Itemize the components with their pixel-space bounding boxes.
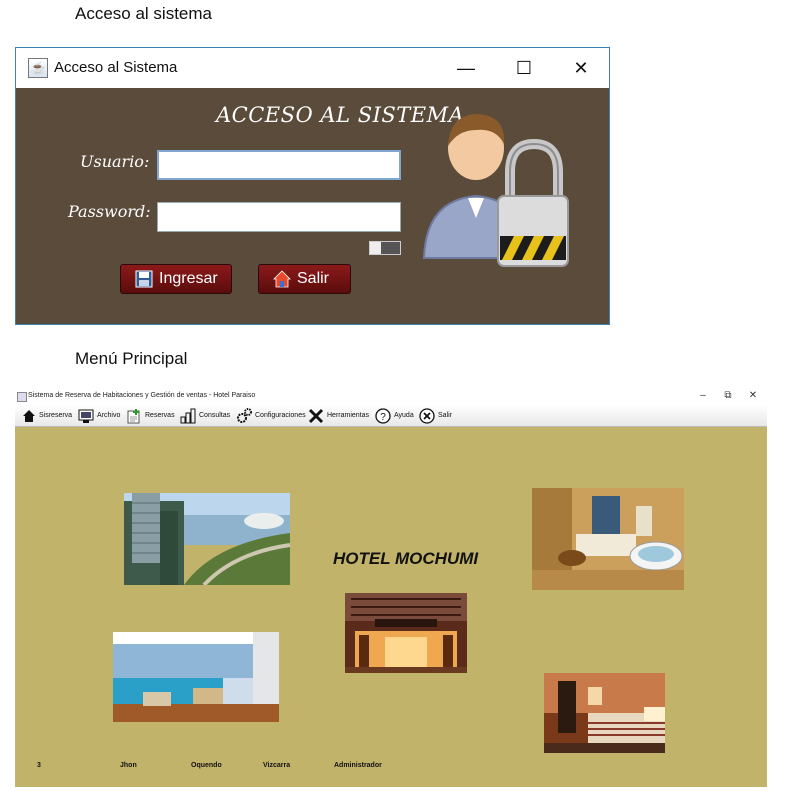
help-icon: ? xyxy=(375,407,391,424)
menu-consultas[interactable]: Consultas xyxy=(180,407,230,424)
maximize-button[interactable]: ☐ xyxy=(504,54,544,82)
menu-reservas[interactable]: Reservas xyxy=(126,407,175,424)
menu-label: Ayuda xyxy=(394,412,414,419)
rooftop-pool-photo xyxy=(113,632,279,722)
login-window-title: Acceso al Sistema xyxy=(54,59,178,76)
java-app-icon: ☕ xyxy=(28,58,48,78)
login-panel: ACCESO AL SISTEMA Usuario: Password: Ing… xyxy=(16,88,609,324)
ingresar-button[interactable]: Ingresar xyxy=(120,264,232,294)
tools-icon xyxy=(308,408,324,423)
menu-salir[interactable]: Salir xyxy=(419,407,452,424)
main-titlebar: Sistema de Reserva de Habitaciones y Ges… xyxy=(15,389,767,405)
login-titlebar: ☕ Acceso al Sistema — ☐ ✕ xyxy=(16,48,609,88)
java-app-icon xyxy=(17,392,27,402)
menu-archivo[interactable]: Archivo xyxy=(78,407,120,424)
menu-bar: Sisreserva Archivo Reservas Consultas Co… xyxy=(15,405,767,427)
main-window: Sistema de Reserva de Habitaciones y Ges… xyxy=(15,389,767,787)
menu-caption: Menú Principal xyxy=(75,349,188,368)
menu-herramientas[interactable]: Herramientas xyxy=(308,407,369,424)
hotel-facade-photo xyxy=(345,593,467,673)
ingresar-label: Ingresar xyxy=(159,270,218,287)
chart-icon xyxy=(180,408,196,423)
menu-label: Sisreserva xyxy=(39,412,73,419)
status-last-name-2: Vizcarra xyxy=(263,762,291,769)
home-icon xyxy=(23,409,35,422)
file-icon xyxy=(78,409,94,423)
reservation-icon xyxy=(127,408,140,423)
close-button[interactable]: ✕ xyxy=(561,54,601,82)
password-label: Password: xyxy=(68,202,151,221)
status-user-id: 3 xyxy=(37,762,41,769)
menu-sisreserva[interactable]: Sisreserva xyxy=(22,407,72,424)
svg-text:?: ? xyxy=(380,412,386,423)
menu-label: Salir xyxy=(438,412,453,419)
restore-button[interactable]: ⧉ xyxy=(721,390,735,401)
main-window-title: Sistema de Reserva de Habitaciones y Ges… xyxy=(28,392,256,399)
bedroom-photo xyxy=(544,673,665,753)
login-caption: Acceso al sistema xyxy=(75,4,212,23)
minimize-button[interactable]: – xyxy=(696,390,710,401)
gears-icon xyxy=(237,407,252,423)
hotel-name: HOTEL MOCHUMI xyxy=(333,549,479,568)
status-role: Administrador xyxy=(334,762,382,769)
menu-label: Reservas xyxy=(145,412,175,419)
coastal-city-photo xyxy=(124,493,290,585)
user-input[interactable] xyxy=(157,150,401,180)
menu-label: Configuraciones xyxy=(255,412,306,419)
menu-label: Consultas xyxy=(199,412,231,419)
user-label: Usuario: xyxy=(80,152,150,171)
menu-ayuda[interactable]: ? Ayuda xyxy=(375,407,414,424)
home-icon xyxy=(273,270,291,288)
salir-label: Salir xyxy=(297,270,330,287)
show-password-toggle[interactable] xyxy=(369,241,401,255)
save-icon xyxy=(135,270,153,288)
menu-label: Archivo xyxy=(97,412,121,419)
close-button[interactable]: ✕ xyxy=(746,390,760,401)
jacuzzi-room-photo xyxy=(532,488,684,590)
exit-icon xyxy=(419,407,435,424)
user-lock-icon xyxy=(422,114,569,267)
status-first-name: Jhon xyxy=(120,762,137,769)
login-window: ☕ Acceso al Sistema — ☐ ✕ ACCESO AL SIST… xyxy=(15,47,610,325)
password-input[interactable] xyxy=(157,202,401,232)
menu-label: Herramientas xyxy=(327,412,370,419)
minimize-button[interactable]: — xyxy=(446,54,486,82)
status-last-name-1: Oquendo xyxy=(191,762,222,769)
menu-configuraciones[interactable]: Configuraciones xyxy=(236,407,306,424)
salir-button[interactable]: Salir xyxy=(258,264,351,294)
